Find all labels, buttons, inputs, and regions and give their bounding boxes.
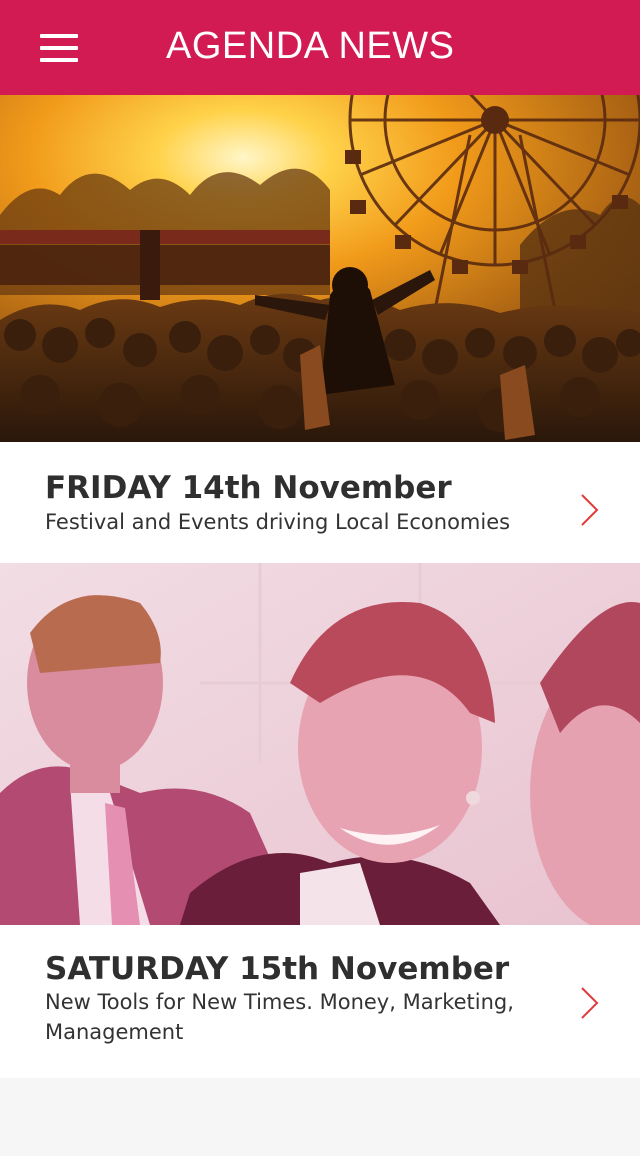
- app-title: AGENDA NEWS: [166, 25, 455, 67]
- card-description: Festival and Events driving Local Econom…: [45, 510, 511, 534]
- chevron-right-icon[interactable]: [575, 492, 603, 528]
- card-description: New Tools for New Times. Money, Marketin…: [45, 990, 514, 1044]
- menu-line: [40, 34, 78, 38]
- festival-crowd-ferris-wheel-photo[interactable]: [0, 95, 640, 442]
- business-people-photo[interactable]: [0, 563, 640, 925]
- hamburger-menu-icon[interactable]: [30, 26, 88, 70]
- app-screen: AGENDA NEWS FRIDAY 14th November Festiva…: [0, 0, 640, 1156]
- menu-line: [40, 46, 78, 50]
- top-app-bar: AGENDA NEWS: [0, 0, 640, 95]
- chevron-right-icon[interactable]: [575, 985, 603, 1021]
- agenda-card-friday[interactable]: FRIDAY 14th November Festival and Events…: [0, 442, 640, 563]
- menu-line: [40, 58, 78, 62]
- card-date: FRIDAY 14th November: [45, 470, 452, 506]
- agenda-card-saturday[interactable]: SATURDAY 15th November New Tools for New…: [0, 925, 640, 1078]
- card-date: SATURDAY 15th November: [45, 951, 510, 987]
